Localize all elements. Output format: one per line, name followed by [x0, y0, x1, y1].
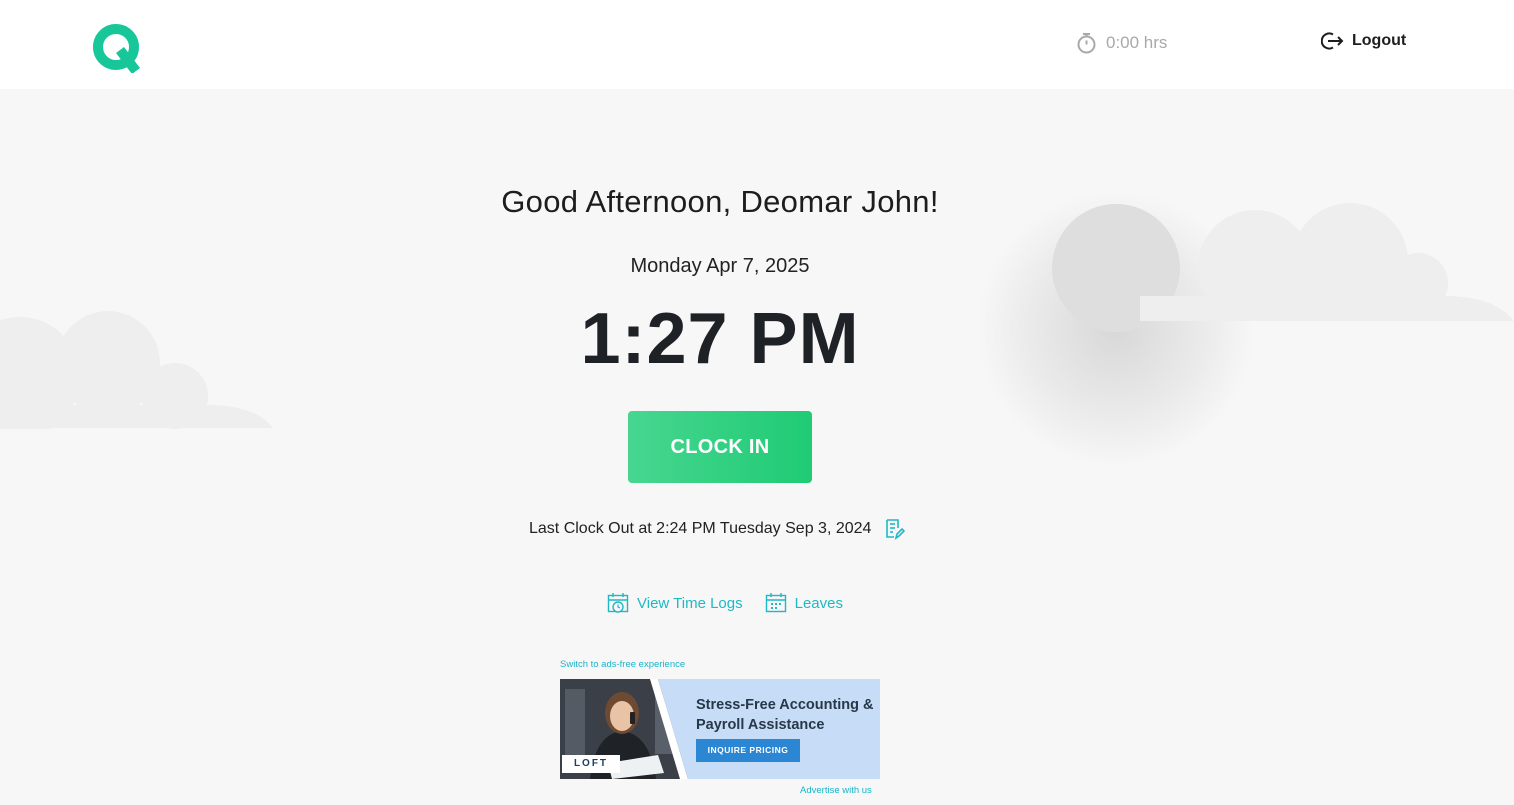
ads-free-link[interactable]: Switch to ads-free experience [560, 659, 685, 670]
top-bar: 0:00 hrs Logout [0, 0, 1514, 89]
calendar-clock-icon [607, 593, 629, 613]
view-time-logs-link[interactable]: View Time Logs [607, 592, 743, 614]
stopwatch-icon [1077, 33, 1096, 54]
leaves-link[interactable]: Leaves [765, 592, 843, 614]
view-time-logs-label: View Time Logs [637, 594, 743, 612]
ad-brand-logo: LOFT [562, 755, 620, 773]
ad-divider [650, 679, 690, 779]
edit-note-icon[interactable] [883, 518, 906, 540]
advertise-link[interactable]: Advertise with us [800, 785, 872, 796]
ad-banner[interactable]: LOFT Stress-Free Accounting & Payroll As… [560, 679, 880, 779]
logout-button[interactable]: Logout [1321, 31, 1406, 51]
ad-cta-button[interactable]: INQUIRE PRICING [696, 739, 800, 762]
greeting: Good Afternoon, Deomar John! [501, 184, 939, 219]
current-date: Monday Apr 7, 2025 [630, 255, 810, 277]
work-hours-timer: 0:00 hrs [1076, 32, 1167, 54]
current-time: 1:27 PM [580, 299, 860, 379]
quick-links: View Time Logs Leaves [607, 592, 843, 614]
timer-value: 0:00 hrs [1106, 33, 1168, 52]
last-clock-out-text: Last Clock Out at 2:24 PM Tuesday Sep 3,… [529, 520, 872, 537]
calendar-icon [765, 593, 786, 613]
logout-label: Logout [1352, 32, 1407, 49]
logout-icon [1321, 32, 1344, 50]
leaves-label: Leaves [794, 594, 843, 612]
clock-in-button[interactable]: CLOCK IN [628, 411, 812, 483]
ad-headline: Stress-Free Accounting & Payroll Assista… [696, 697, 874, 733]
last-clock-out: Last Clock Out at 2:24 PM Tuesday Sep 3,… [529, 518, 906, 540]
app-logo-icon[interactable] [92, 23, 142, 73]
